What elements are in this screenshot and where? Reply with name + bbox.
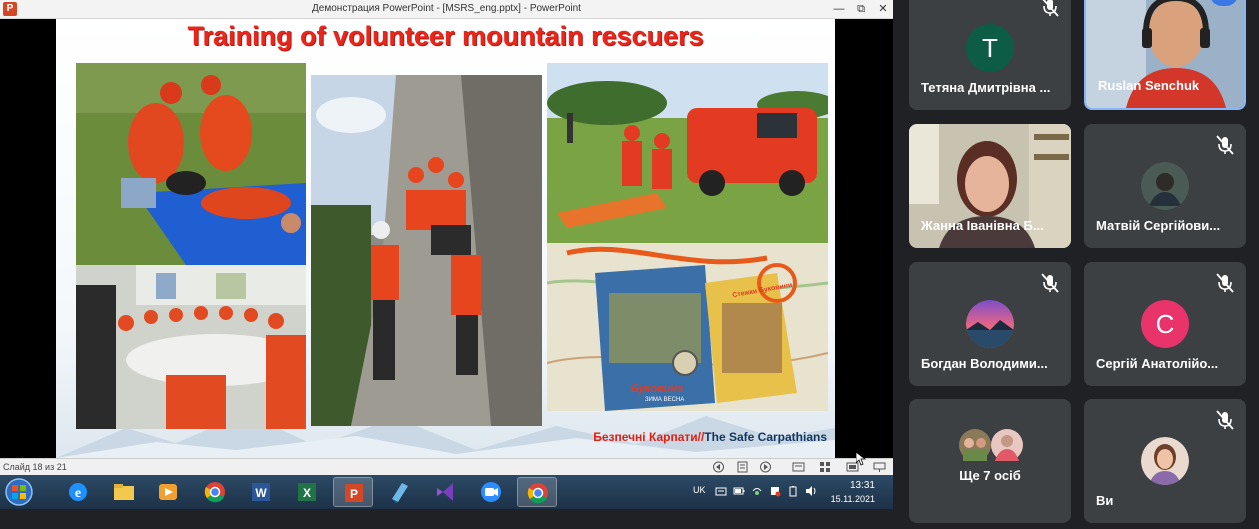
powerpoint-taskbar-button[interactable]: P [333, 477, 373, 507]
caption-english: The Safe Carpathians [704, 430, 827, 444]
caption-ukrainian: Безпечні Карпати// [593, 430, 705, 444]
internet-explorer-taskbar-button[interactable]: e [58, 477, 98, 507]
powerpoint-titlebar: P Демонстрация PowerPoint - [MSRS_eng.pp… [0, 0, 893, 19]
slide-area: Training of volunteer mountain rescuers [0, 19, 893, 458]
photo-maps-compass: Буковина ЗИМА ВЕСНА Стежки Буковини [547, 243, 828, 411]
slide-title: Training of volunteer mountain rescuers [187, 21, 704, 51]
mic-muted-icon [1216, 410, 1234, 430]
mic-muted-icon [1041, 273, 1059, 293]
close-button[interactable]: ✕ [872, 1, 894, 17]
participant-tile[interactable]: C Сергій Анатолійо... [1084, 262, 1246, 386]
slide: Training of volunteer mountain rescuers [56, 19, 835, 458]
action-center-icon[interactable] [769, 485, 781, 497]
clock-date[interactable]: 15.11.2021 [831, 494, 875, 504]
notebook-icon [392, 483, 408, 503]
folder-icon [114, 484, 134, 500]
participant-tile[interactable]: Жанна Іванівна Б... [909, 124, 1071, 248]
journal-taskbar-button[interactable] [379, 477, 419, 507]
word-taskbar-button[interactable]: W [241, 477, 281, 507]
participant-tile[interactable]: T Тетяна Дмитрівна ... [909, 0, 1071, 110]
slide-sorter-icon[interactable] [819, 461, 832, 473]
avatar-initial: T [982, 33, 998, 63]
photo-first-aid-training [76, 63, 306, 265]
participant-name: Ruslan Senchuk [1098, 78, 1200, 93]
excel-icon: X [298, 483, 316, 501]
self-tile[interactable]: Ви [1084, 399, 1246, 523]
word-icon: W [252, 483, 270, 501]
visual-studio-icon [437, 483, 453, 501]
participant-name: Сергій Анатолійо... [1096, 356, 1219, 371]
clock-time[interactable]: 13:31 [850, 480, 875, 491]
participant-name: Матвій Сергійови... [1096, 218, 1221, 233]
video-camera-icon [481, 482, 501, 502]
mic-muted-icon [1216, 135, 1234, 155]
chrome-icon [204, 482, 225, 503]
avatar-initial: C [1155, 309, 1175, 339]
keyboard-icon[interactable] [715, 485, 727, 497]
media-player-icon [159, 484, 177, 500]
chrome-icon [527, 483, 548, 504]
bottom-spacer [0, 509, 893, 529]
minimize-button[interactable]: — [828, 1, 850, 17]
shared-screen: P Демонстрация PowerPoint - [MSRS_eng.pp… [0, 0, 893, 529]
battery-icon[interactable] [733, 485, 745, 497]
participant-name: Ви [1096, 493, 1114, 508]
participant-tile[interactable]: Богдан Володими... [909, 262, 1071, 386]
participant-name: Богдан Володими... [921, 356, 1048, 371]
avatar [959, 429, 991, 461]
mouse-cursor-icon [856, 452, 866, 466]
slideshow-icon[interactable] [873, 461, 886, 473]
map-brand-sub: ЗИМА ВЕСНА [645, 397, 685, 403]
start-button[interactable] [2, 477, 36, 507]
chrome-active-taskbar-button[interactable] [517, 477, 557, 507]
svg-text:X: X [303, 486, 311, 500]
participant-name: Жанна Іванівна Б... [921, 218, 1044, 233]
notes-icon[interactable] [736, 461, 749, 473]
zoom-taskbar-button[interactable] [471, 477, 511, 507]
mic-muted-icon [1042, 0, 1059, 17]
internet-explorer-icon: e [69, 483, 87, 501]
system-tray: UK 13:31 15.11.2021 [683, 475, 893, 509]
photo-rescue-vehicle [547, 63, 828, 243]
avatar [1141, 437, 1189, 485]
window-title: Демонстрация PowerPoint - [MSRS_eng.pptx… [312, 3, 581, 14]
network-icon[interactable] [751, 485, 763, 497]
slide-counter: Слайд 18 из 21 [3, 462, 67, 472]
volume-icon[interactable] [805, 485, 817, 497]
map-brand: Буковина [631, 383, 684, 395]
normal-view-icon[interactable] [792, 461, 805, 473]
avatar [991, 429, 1023, 461]
photo-classroom-meeting [76, 265, 306, 429]
avatar: C [1141, 300, 1189, 348]
svg-text:P: P [350, 487, 358, 501]
more-participants-label: Ще 7 осіб [959, 468, 1021, 483]
avatar [966, 300, 1014, 348]
file-explorer-taskbar-button[interactable] [104, 477, 144, 507]
more-participants-tile[interactable]: Ще 7 осіб [909, 399, 1071, 523]
media-player-taskbar-button[interactable] [148, 477, 188, 507]
chrome-taskbar-button[interactable] [195, 477, 235, 507]
mic-muted-icon [1216, 273, 1234, 293]
previous-slide-icon[interactable] [712, 461, 725, 473]
svg-text:W: W [255, 486, 267, 500]
restore-button[interactable]: ⧉ [850, 1, 872, 17]
windows-taskbar: e W X P UK 13:31 15.11.2021 [0, 475, 893, 509]
power-icon[interactable] [787, 485, 799, 497]
keyboard-language[interactable]: UK [693, 485, 706, 495]
participant-name: Тетяна Дмитрівна ... [921, 80, 1051, 95]
participant-tile-speaking[interactable]: ••• Ruslan Senchuk [1084, 0, 1246, 110]
visual-studio-taskbar-button[interactable] [425, 477, 465, 507]
svg-text:e: e [75, 486, 81, 501]
photo-rock-rescue [311, 75, 542, 426]
avatar: T [966, 24, 1014, 72]
powerpoint-icon: P [345, 484, 363, 502]
participant-tile[interactable]: Матвій Сергійови... [1084, 124, 1246, 248]
next-slide-icon[interactable] [759, 461, 772, 473]
powerpoint-statusbar: Слайд 18 из 21 [0, 458, 893, 475]
meet-window: P Демонстрация PowerPoint - [MSRS_eng.pp… [0, 0, 1259, 529]
slide-caption: Безпечні Карпати//The Safe Carpathians [593, 430, 827, 444]
excel-taskbar-button[interactable]: X [287, 477, 327, 507]
avatar [1141, 162, 1189, 210]
